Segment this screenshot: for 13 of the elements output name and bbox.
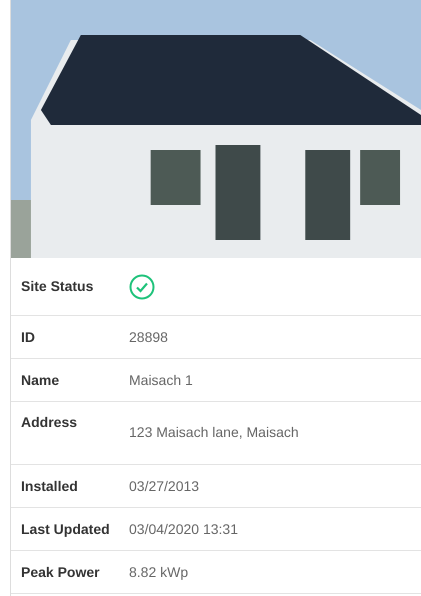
field-value: 03/04/2020 13:31 bbox=[129, 520, 238, 538]
field-value: 28898 bbox=[129, 328, 168, 346]
field-value: 8.82 kWp bbox=[129, 562, 188, 582]
field-label: Peak Power bbox=[20, 562, 101, 582]
field-label: Installed bbox=[20, 476, 79, 496]
field-label: ID bbox=[20, 328, 36, 346]
field-label: Name bbox=[20, 370, 60, 390]
field-value: 123 Maisach lane, Maisach bbox=[129, 423, 299, 442]
field-value: 03/27/2013 bbox=[129, 476, 200, 496]
field-label: Site Status bbox=[20, 277, 94, 296]
field-label: Address bbox=[20, 413, 78, 432]
field-label: Last Updated bbox=[20, 520, 111, 539]
field-value: Maisach 1 bbox=[129, 370, 193, 390]
